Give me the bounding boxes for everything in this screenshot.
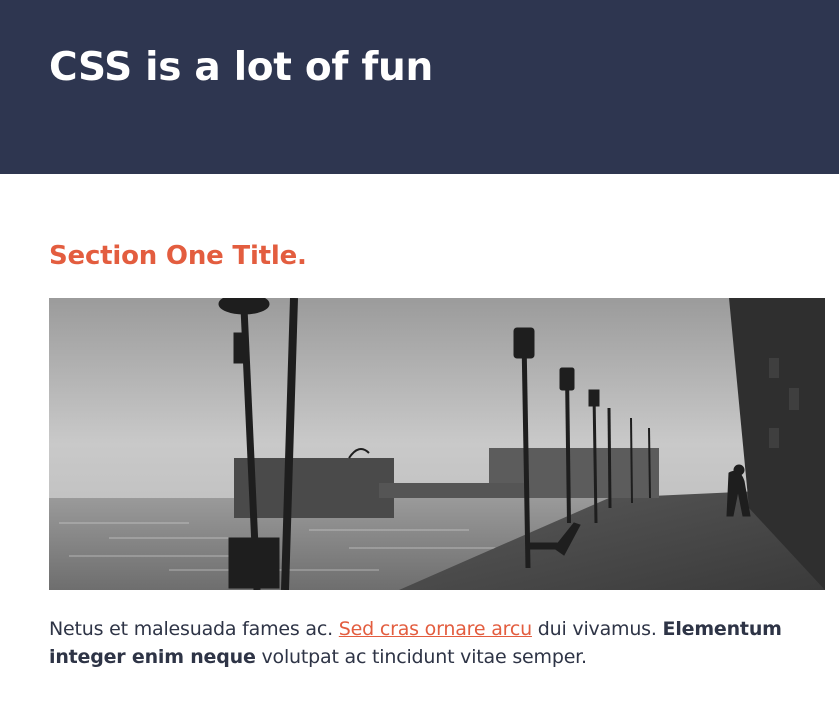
paragraph-text-middle: dui vivamus. bbox=[531, 618, 663, 640]
paragraph-text-start: Netus et malesuada fames ac. bbox=[49, 618, 339, 640]
page-title: CSS is a lot of fun bbox=[49, 45, 433, 90]
paragraph-text-end: volutpat ac tincidunt vitae semper. bbox=[255, 646, 587, 668]
section-title: Section One Title. bbox=[49, 241, 307, 271]
foggy-waterfront-photo bbox=[49, 298, 825, 590]
inline-link[interactable]: Sed cras ornare arcu bbox=[339, 618, 532, 640]
section-paragraph: Netus et malesuada fames ac. Sed cras or… bbox=[49, 615, 809, 671]
site-header: CSS is a lot of fun bbox=[0, 0, 839, 174]
